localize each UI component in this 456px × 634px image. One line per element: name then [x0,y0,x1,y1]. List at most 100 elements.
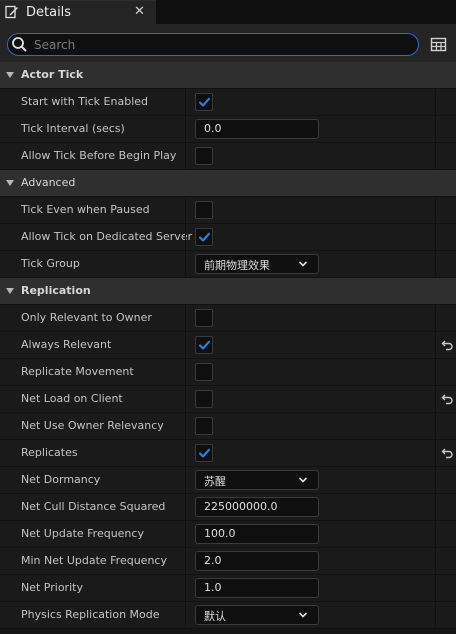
column-divider[interactable] [185,359,186,385]
column-divider[interactable] [435,602,436,628]
column-divider[interactable] [435,197,436,223]
property-label: Tick Group [21,257,80,270]
column-divider[interactable] [435,89,436,115]
checkmark-icon [198,448,211,458]
chevron-down-icon[interactable] [6,72,14,78]
combo-value: 苏醒 [204,475,226,488]
checkbox[interactable] [195,363,213,381]
checkmark-icon [198,340,211,350]
checkbox[interactable] [195,309,213,327]
column-divider[interactable] [435,548,436,574]
property-label: Net Dormancy [21,473,101,486]
column-divider[interactable] [185,521,186,547]
checkbox[interactable] [195,93,213,111]
column-divider[interactable] [435,467,436,493]
property-label: Replicates [21,446,78,459]
checkbox[interactable] [195,147,213,165]
combo-box[interactable]: 苏醒 [195,470,319,490]
column-divider[interactable] [435,521,436,547]
checkbox[interactable] [195,201,213,219]
column-divider[interactable] [435,494,436,520]
column-divider[interactable] [185,440,186,466]
column-divider[interactable] [435,116,436,142]
property-row-tick-interval-secs: Tick Interval (secs) 0.0 [0,116,456,143]
property-row-tick-group: Tick Group 前期物理效果 [0,251,456,278]
column-divider[interactable] [185,494,186,520]
close-icon[interactable]: ✕ [134,4,145,19]
property-label: Tick Interval (secs) [21,122,125,135]
column-divider[interactable] [185,467,186,493]
checkbox[interactable] [195,417,213,435]
property-row-net-cull-distance-squared: Net Cull Distance Squared 225000000.0 [0,494,456,521]
property-label: Net Use Owner Relevancy [21,419,164,432]
property-label: Net Update Frequency [21,527,144,540]
column-divider[interactable] [185,386,186,412]
column-divider[interactable] [435,413,436,439]
numeric-field[interactable]: 100.0 [195,524,319,544]
column-divider[interactable] [435,305,436,331]
property-label: Net Cull Distance Squared [21,500,166,513]
combo-value: 前期物理效果 [204,259,270,272]
reset-arrow-icon[interactable] [441,393,454,405]
column-divider[interactable] [435,332,436,358]
column-divider[interactable] [185,548,186,574]
checkbox[interactable] [195,336,213,354]
checkbox[interactable] [195,444,213,462]
column-divider[interactable] [435,440,436,466]
property-row-always-relevant: Always Relevant [0,332,456,359]
property-label: Net Load on Client [21,392,123,405]
numeric-field[interactable]: 0.0 [195,119,319,139]
column-divider[interactable] [185,575,186,601]
property-row-net-load-on-client: Net Load on Client [0,386,456,413]
checkmark-icon [198,97,211,107]
property-label: Tick Even when Paused [21,203,150,216]
checkbox[interactable] [195,390,213,408]
property-row-tick-even-when-paused: Tick Even when Paused [0,197,456,224]
search-input[interactable] [34,35,404,54]
property-label: Allow Tick Before Begin Play [21,149,177,162]
column-divider[interactable] [185,305,186,331]
chevron-down-icon [298,261,308,267]
combo-value: 默认 [204,610,226,623]
reset-arrow-icon[interactable] [441,339,454,351]
search-box[interactable] [7,33,419,56]
column-divider[interactable] [435,251,436,277]
numeric-field[interactable]: 225000000.0 [195,497,319,517]
property-row-net-update-frequency: Net Update Frequency 100.0 [0,521,456,548]
column-divider[interactable] [185,602,186,628]
column-divider[interactable] [185,413,186,439]
chevron-down-icon[interactable] [6,288,14,294]
category-actor-tick[interactable]: Actor Tick [0,62,456,89]
property-row-allow-tick-before-begin-play: Allow Tick Before Begin Play [0,143,456,170]
checkbox[interactable] [195,228,213,246]
column-divider[interactable] [185,143,186,169]
column-divider[interactable] [185,332,186,358]
numeric-field[interactable]: 2.0 [195,551,319,571]
column-divider[interactable] [435,359,436,385]
column-divider[interactable] [435,386,436,412]
category-replication[interactable]: Replication [0,278,456,305]
numeric-field[interactable]: 1.0 [195,578,319,598]
column-divider[interactable] [185,197,186,223]
column-divider[interactable] [185,224,186,250]
column-divider[interactable] [185,251,186,277]
details-toolbar [0,24,456,64]
property-list: Actor Tick Start with Tick Enabled Tick In… [0,62,456,629]
tab-bar: Details ✕ [0,0,456,24]
tab-title: Details [26,5,72,20]
combo-box[interactable]: 前期物理效果 [195,254,319,274]
column-divider[interactable] [185,89,186,115]
property-row-net-priority: Net Priority 1.0 [0,575,456,602]
column-divider[interactable] [435,224,436,250]
column-divider[interactable] [185,116,186,142]
tab-details[interactable]: Details ✕ [0,0,156,24]
column-divider[interactable] [435,143,436,169]
combo-box[interactable]: 默认 [195,605,319,625]
table-view-icon[interactable] [430,36,447,53]
reset-arrow-icon[interactable] [441,447,454,459]
chevron-down-icon [298,477,308,483]
property-label: Allow Tick on Dedicated Server [21,230,193,243]
category-advanced[interactable]: Advanced [0,170,456,197]
column-divider[interactable] [435,575,436,601]
chevron-down-icon[interactable] [6,180,14,186]
